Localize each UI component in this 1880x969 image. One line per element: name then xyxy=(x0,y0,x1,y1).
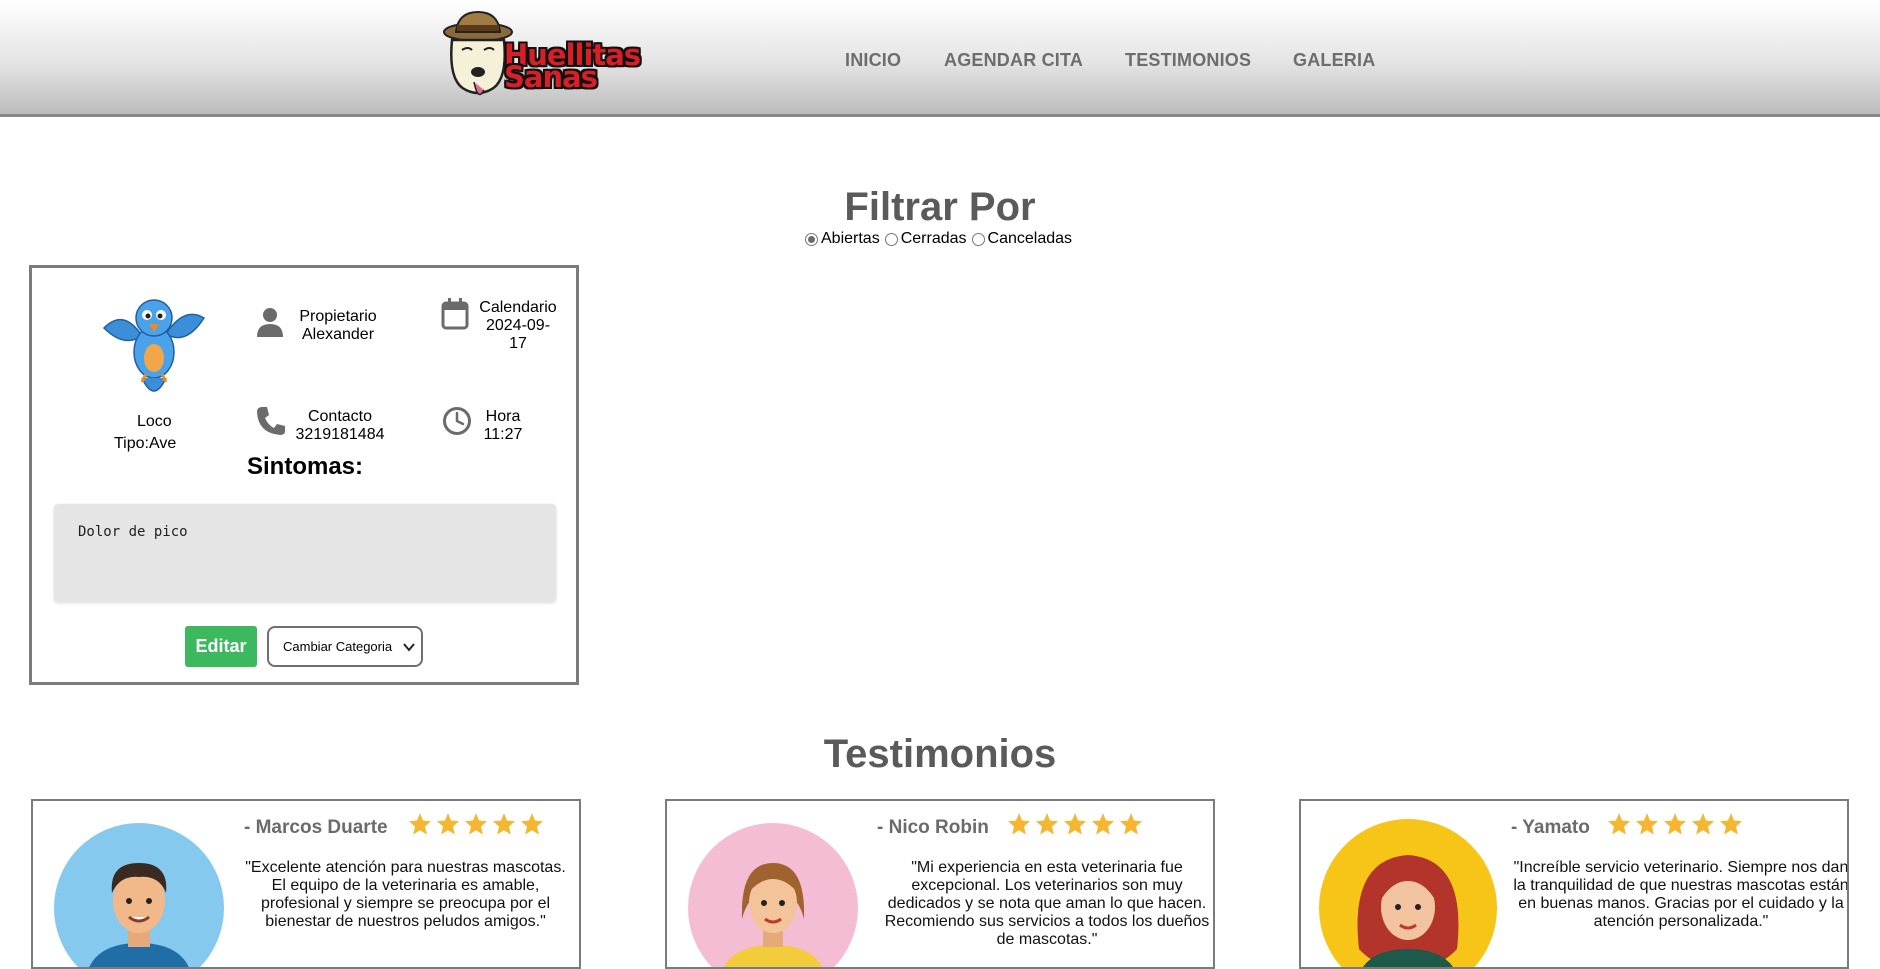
filter-options: Abiertas Cerradas Canceladas xyxy=(803,230,1075,248)
star-icon xyxy=(1608,813,1630,835)
filter-title: Filtrar Por xyxy=(844,185,1036,229)
owner-block: Propietario Alexander xyxy=(288,308,388,344)
calendar-block: Calendario 2024-09- 17 xyxy=(473,299,563,353)
owner-label: Propietario xyxy=(299,308,377,325)
testimonial-name: - Marcos Duarte xyxy=(244,817,388,838)
testimonial-quote: "Excelente atención para nuestras mascot… xyxy=(245,859,566,930)
star-icon xyxy=(1036,813,1058,835)
radio-label-cerradas[interactable]: Cerradas xyxy=(901,230,967,248)
category-select[interactable]: Cambiar Categoria xyxy=(267,626,423,667)
radio-canceladas[interactable] xyxy=(971,232,985,246)
contact-block: Contacto 3219181484 xyxy=(295,408,385,444)
brand-wordmark: Huellitas Sanas xyxy=(504,41,641,92)
contact-number: 3219181484 xyxy=(295,426,385,443)
nav-inicio[interactable]: INICIO xyxy=(845,50,901,71)
symptoms-heading: Sintomas: xyxy=(247,453,364,480)
time-block: Hora 11:27 xyxy=(473,408,533,444)
testimonial-name: - Nico Robin xyxy=(877,817,989,838)
testimonial-card: - Nico Robin "Mi experiencia en esta vet… xyxy=(665,799,1215,969)
appointment-date: 2024-09- xyxy=(485,317,551,334)
contact-label: Contacto xyxy=(307,408,373,425)
testimonial-quote: "Increíble servicio veterinario. Siempre… xyxy=(1513,859,1849,930)
site-header: Huellitas Sanas INICIO AGENDAR CITA TEST… xyxy=(0,0,1880,117)
nav-agendar-cita[interactable]: AGENDAR CITA xyxy=(944,50,1083,71)
star-icon xyxy=(1636,813,1658,835)
pet-type: Tipo:Ave xyxy=(114,435,177,452)
edit-button[interactable]: Editar xyxy=(185,626,257,667)
clock-icon xyxy=(443,407,471,435)
star-icon xyxy=(1692,813,1714,835)
radio-label-canceladas[interactable]: Canceladas xyxy=(988,230,1073,248)
time-label: Hora xyxy=(485,408,521,425)
user-icon xyxy=(257,308,283,337)
calendar-label: Calendario xyxy=(479,299,557,316)
chevron-down-icon xyxy=(403,643,415,652)
appointment-time: 11:27 xyxy=(483,426,523,443)
rating-stars xyxy=(408,812,544,836)
symptoms-textarea[interactable]: Dolor de pico xyxy=(54,504,556,602)
avatar xyxy=(1319,819,1497,967)
star-icon xyxy=(1008,813,1030,835)
rating-stars xyxy=(1007,812,1143,836)
woman-avatar-icon xyxy=(723,863,823,967)
star-icon xyxy=(437,813,459,835)
calendar-icon xyxy=(441,298,469,330)
testimonial-card: - Yamato "Increíble servicio veterinario… xyxy=(1299,799,1849,969)
testimonial-card: - Marcos Duarte "Excelente atención para… xyxy=(31,799,581,969)
radio-abiertas[interactable] xyxy=(805,232,818,246)
man-avatar-icon xyxy=(89,863,189,967)
pet-name: Loco xyxy=(137,413,172,430)
testimonial-name: - Yamato xyxy=(1511,817,1590,838)
rating-stars xyxy=(1607,812,1743,836)
nav-galeria[interactable]: GALERIA xyxy=(1293,50,1375,71)
star-icon xyxy=(1064,813,1086,835)
radio-label-abiertas[interactable]: Abiertas xyxy=(821,230,880,248)
avatar xyxy=(688,823,858,967)
appointment-date-day: 17 xyxy=(509,335,527,352)
nav-testimonios[interactable]: TESTIMONIOS xyxy=(1125,50,1251,71)
star-icon xyxy=(1120,813,1142,835)
star-icon xyxy=(1720,813,1742,835)
brand-logo[interactable]: Huellitas Sanas xyxy=(442,10,657,105)
woman-redhair-avatar-icon xyxy=(1357,855,1459,967)
star-icon xyxy=(1092,813,1114,835)
avatar xyxy=(54,823,224,967)
star-icon xyxy=(409,813,431,835)
owner-name: Alexander xyxy=(301,326,375,343)
appointment-card: Loco Tipo:Ave Propietario Alexander Cale… xyxy=(29,265,579,685)
category-select-value: Cambiar Categoria xyxy=(283,639,393,654)
star-icon xyxy=(521,813,543,835)
radio-cerradas[interactable] xyxy=(884,232,898,246)
star-icon xyxy=(493,813,515,835)
star-icon xyxy=(1664,813,1686,835)
testimonial-quote: "Mi experiencia en esta veterinaria fue … xyxy=(884,859,1210,948)
pet-bird-image xyxy=(102,299,206,392)
phone-icon xyxy=(257,407,285,435)
star-icon xyxy=(465,813,487,835)
testimonials-title: Testimonios xyxy=(823,732,1057,776)
